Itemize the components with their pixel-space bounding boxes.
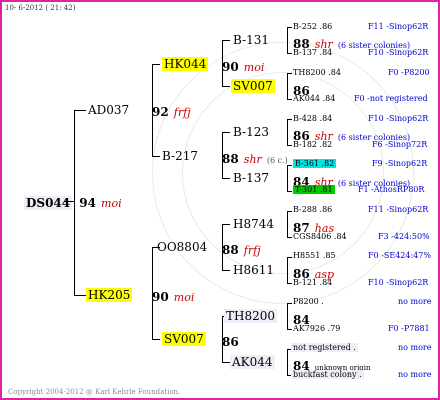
g1-node[interactable]: AD037: [88, 103, 129, 117]
g3-node[interactable]: AK044: [230, 355, 275, 369]
g4-right: F0 -P7881: [388, 324, 430, 333]
root-sym: moi: [101, 197, 122, 210]
g4-right: F9 -Sinop62R: [372, 159, 428, 168]
g4-dam[interactable]: CGS8406 .84: [293, 232, 347, 241]
g4-right: F6 -Sinop72R: [372, 140, 428, 149]
g4-right: F0 -not registered: [354, 94, 428, 103]
g4-right: F0 -SE424:47%: [368, 251, 431, 260]
g4-dam[interactable]: B-182 .82: [293, 140, 332, 149]
g1-score: 90 moi: [152, 290, 195, 304]
g2-score: 90 moi: [222, 60, 265, 74]
g4-right: no more: [398, 370, 432, 379]
g4-sire[interactable]: H8551 .85: [293, 251, 336, 260]
g2-node[interactable]: SV007: [162, 332, 206, 346]
g4-right: F11 -Sinop62R: [368, 22, 429, 31]
g3-node[interactable]: H8744: [233, 217, 274, 231]
g4-dam[interactable]: B-121 .84: [293, 278, 332, 287]
g1-node[interactable]: HK205: [86, 288, 133, 302]
g3-node[interactable]: SV007: [231, 79, 275, 93]
g3-node[interactable]: B-123: [233, 125, 269, 139]
g2-node[interactable]: B-217: [162, 149, 198, 163]
g4-right: F10 -Sinop62R: [368, 48, 429, 57]
g2-score: 88 frfj: [222, 243, 261, 257]
g4-right: F0 -P8200: [388, 68, 430, 77]
g4-right: F10 -Sinop62R: [368, 114, 429, 123]
g4-dam[interactable]: buckfast colony .: [291, 370, 364, 379]
g4-right: F11 -Sinop62R: [368, 205, 429, 214]
g2-score: 88 shr (6 c.): [222, 152, 288, 166]
g4-right: F10 -Sinop62R: [368, 278, 429, 287]
g4-right: no more: [398, 343, 432, 352]
g3-node[interactable]: B-131: [233, 33, 269, 47]
g2-score: 86: [222, 335, 239, 349]
g4-sire[interactable]: not registered .: [291, 343, 358, 352]
g4-dam[interactable]: AK7926 .79: [293, 324, 340, 333]
g4-dam[interactable]: B-137 .84: [293, 48, 332, 57]
g4-right: no more: [398, 297, 432, 306]
g4-sire[interactable]: B-252 .86: [293, 22, 332, 31]
g3-node[interactable]: TH8200: [224, 309, 278, 323]
g4-sire[interactable]: TH8200 .84: [293, 68, 341, 77]
g4-sire[interactable]: B-428 .84: [293, 114, 332, 123]
g4-sire[interactable]: P8200 .: [293, 297, 324, 306]
copyright: Copyright 2004-2012 @ Karl Kehrle Founda…: [8, 388, 181, 396]
g4-dam[interactable]: AK044 .84: [293, 94, 335, 103]
g1-score: 92 frfj: [152, 105, 191, 119]
g4-dam[interactable]: T-301 .81: [293, 185, 335, 194]
g4-right: F3 -424:50%: [378, 232, 430, 241]
g4-sire[interactable]: B-361 .82: [293, 159, 337, 168]
g4-right: F1 -AthosRP80R: [358, 185, 425, 194]
pedigree-frame: 10- 6-2012 ( 21: 42) DS044 94 moi AD037 …: [0, 0, 440, 400]
g2-node[interactable]: OO8804: [157, 240, 207, 254]
g3-node[interactable]: B-137: [233, 171, 269, 185]
header-date: 10- 6-2012 ( 21: 42): [5, 4, 76, 12]
g2-node[interactable]: HK044: [162, 57, 209, 71]
root-num: 94: [79, 196, 96, 210]
g4-sire[interactable]: B-288 .86: [293, 205, 332, 214]
root-name[interactable]: DS044: [24, 196, 73, 210]
g3-node[interactable]: H8611: [233, 263, 274, 277]
